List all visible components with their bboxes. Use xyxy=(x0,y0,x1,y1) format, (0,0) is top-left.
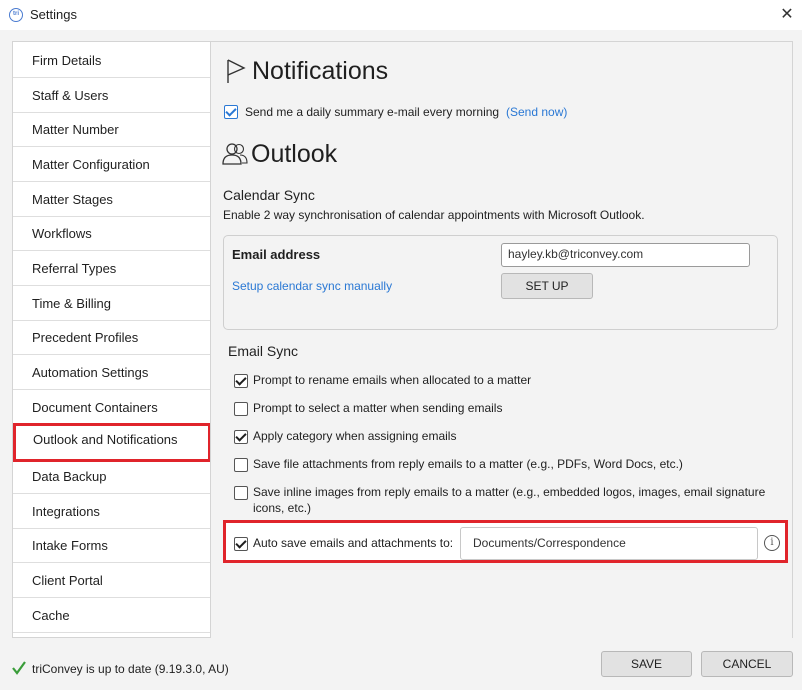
select-matter-checkbox[interactable] xyxy=(234,402,248,416)
email-address-label: Email address xyxy=(232,247,321,262)
sidebar-item-automation-settings[interactable]: Automation Settings xyxy=(13,356,210,390)
cancel-button[interactable]: CANCEL xyxy=(701,651,793,677)
app-logo-icon: tri xyxy=(9,8,23,22)
sidebar-item-matter-configuration[interactable]: Matter Configuration xyxy=(13,148,210,182)
sidebar-item-cache[interactable]: Cache xyxy=(13,599,210,633)
calendar-sync-title: Calendar Sync xyxy=(223,187,315,203)
save-attachments-checkbox[interactable] xyxy=(234,458,248,472)
save-inline-images-label: Save inline images from reply emails to … xyxy=(253,485,766,499)
flag-icon xyxy=(227,59,246,83)
sidebar-item-staff-users[interactable]: Staff & Users xyxy=(13,79,210,113)
sidebar-item-firm-details[interactable]: Firm Details xyxy=(13,44,210,78)
notifications-heading: Notifications xyxy=(252,57,389,85)
auto-save-path-input[interactable]: Documents/Correspondence xyxy=(460,527,758,560)
sidebar-item-matter-stages[interactable]: Matter Stages xyxy=(13,183,210,217)
calendar-sync-description: Enable 2 way synchronisation of calendar… xyxy=(223,208,645,222)
sidebar-item-outlook-notifications[interactable]: Outlook and Notifications xyxy=(13,423,210,462)
auto-save-checkbox[interactable] xyxy=(234,537,248,551)
save-inline-images-checkbox[interactable] xyxy=(234,486,248,500)
sidebar-item-workflows[interactable]: Workflows xyxy=(13,217,210,251)
sidebar-item-time-billing[interactable]: Time & Billing xyxy=(13,287,210,321)
sidebar-item-integrations[interactable]: Integrations xyxy=(13,495,210,529)
setup-calendar-manually-link[interactable]: Setup calendar sync manually xyxy=(232,279,392,293)
email-address-input[interactable]: hayley.kb@triconvey.com xyxy=(501,243,750,267)
sidebar-item-precedent-profiles[interactable]: Precedent Profiles xyxy=(13,321,210,355)
select-matter-label: Prompt to select a matter when sending e… xyxy=(253,401,503,415)
sidebar-item-data-backup[interactable]: Data Backup xyxy=(13,460,210,494)
rename-emails-label: Prompt to rename emails when allocated t… xyxy=(253,373,532,387)
sidebar-item-document-containers[interactable]: Document Containers xyxy=(13,391,210,425)
settings-sidebar: Firm Details Staff & Users Matter Number… xyxy=(12,41,211,638)
email-sync-title: Email Sync xyxy=(228,343,299,359)
daily-summary-label: Send me a daily summary e-mail every mor… xyxy=(245,105,500,119)
send-now-link[interactable]: (Send now) xyxy=(506,105,567,119)
users-icon xyxy=(222,143,248,165)
checkmark-icon xyxy=(12,661,26,675)
save-button[interactable]: SAVE xyxy=(601,651,692,677)
sidebar-item-referral-types[interactable]: Referral Types xyxy=(13,252,210,286)
setup-button[interactable]: SET UP xyxy=(501,273,593,299)
outlook-heading: Outlook xyxy=(251,140,338,168)
auto-save-label: Auto save emails and attachments to: xyxy=(253,536,454,550)
sidebar-item-client-portal[interactable]: Client Portal xyxy=(13,564,210,598)
settings-window: tri Settings ✕ Firm Details Staff & User… xyxy=(0,0,802,690)
title-bar: tri Settings ✕ xyxy=(0,0,802,30)
info-icon[interactable]: i xyxy=(764,535,780,551)
apply-category-checkbox[interactable] xyxy=(234,430,248,444)
sidebar-item-matter-number[interactable]: Matter Number xyxy=(13,113,210,147)
close-window-button[interactable]: ✕ xyxy=(772,0,802,30)
apply-category-label: Apply category when assigning emails xyxy=(253,429,457,443)
save-inline-images-label-line2: icons, etc.) xyxy=(253,501,312,515)
daily-summary-checkbox[interactable] xyxy=(224,105,238,119)
update-status-text: triConvey is up to date (9.19.3.0, AU) xyxy=(32,662,229,676)
save-attachments-label: Save file attachments from reply emails … xyxy=(253,457,683,471)
window-title: Settings xyxy=(30,7,77,22)
sidebar-item-intake-forms[interactable]: Intake Forms xyxy=(13,529,210,563)
rename-emails-checkbox[interactable] xyxy=(234,374,248,388)
